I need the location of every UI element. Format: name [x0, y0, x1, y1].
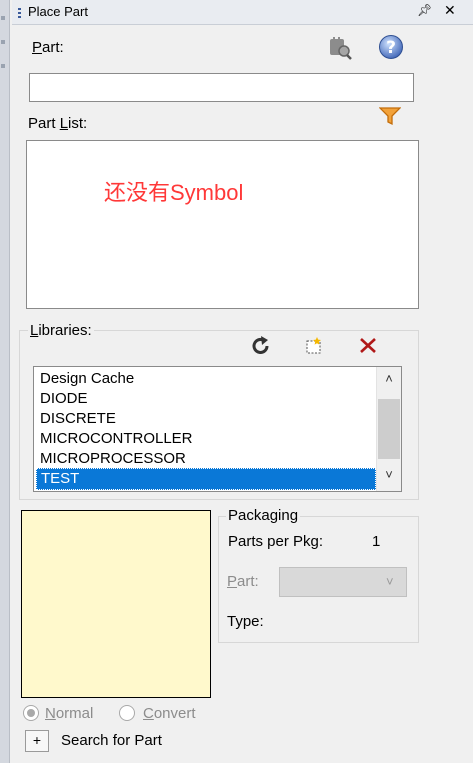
remove-library-icon[interactable]	[358, 336, 378, 355]
list-item[interactable]: MICROPROCESSOR	[36, 449, 374, 469]
search-for-part-button[interactable]: +	[25, 730, 49, 752]
pin-icon[interactable]: 📌︎	[417, 3, 432, 17]
list-item[interactable]: MICROCONTROLLER	[36, 429, 374, 449]
list-item[interactable]: DISCRETE	[36, 409, 374, 429]
help-icon[interactable]: ?	[378, 34, 404, 60]
refresh-icon[interactable]	[250, 335, 272, 357]
part-list-annotation: 还没有Symbol	[104, 180, 244, 205]
add-library-icon[interactable]	[304, 337, 324, 355]
pkg-part-label: Part:	[227, 573, 259, 590]
scroll-down-icon[interactable]: ˅	[377, 467, 401, 482]
part-list-label: Part List:	[28, 115, 88, 132]
drag-grip-icon[interactable]	[18, 8, 21, 18]
panel-titlebar[interactable]: Place Part 📌︎ ✕	[12, 0, 473, 25]
panel-title: Place Part	[28, 4, 88, 19]
list-item-selected[interactable]: TEST	[36, 468, 376, 490]
part-label: Part:	[32, 39, 64, 56]
list-item[interactable]: Design Cache	[36, 369, 374, 389]
parts-per-pkg-value: 1	[372, 533, 381, 550]
list-item[interactable]: DIODE	[36, 389, 374, 409]
part-preview	[21, 510, 211, 698]
filter-icon[interactable]	[379, 106, 401, 126]
part-input[interactable]	[29, 73, 414, 102]
svg-text:?: ?	[386, 38, 396, 58]
type-label: Type:	[227, 613, 264, 630]
convert-radio[interactable]	[119, 705, 135, 721]
pkg-part-select[interactable]: ˅	[279, 567, 407, 597]
normal-radio-label[interactable]: Normal	[45, 705, 93, 722]
packaging-title: Packaging	[226, 507, 301, 524]
close-icon[interactable]: ✕	[444, 2, 456, 19]
scroll-thumb[interactable]	[378, 399, 400, 459]
libraries-scrollbar[interactable]: ˄ ˅	[376, 367, 401, 491]
normal-radio[interactable]	[23, 705, 39, 721]
search-for-part-label: Search for Part	[61, 732, 162, 749]
chevron-down-icon: ˅	[386, 574, 394, 589]
parts-search-icon[interactable]	[327, 36, 353, 60]
libraries-label: Libraries:	[28, 322, 94, 339]
left-dock-strip	[0, 0, 10, 763]
scroll-up-icon[interactable]: ˄	[377, 371, 401, 386]
part-list-box[interactable]: 还没有Symbol	[26, 140, 419, 309]
parts-per-pkg-label: Parts per Pkg:	[228, 533, 324, 550]
libraries-list[interactable]: Design Cache DIODE DISCRETE MICROCONTROL…	[33, 366, 402, 492]
convert-radio-label[interactable]: Convert	[143, 705, 196, 722]
